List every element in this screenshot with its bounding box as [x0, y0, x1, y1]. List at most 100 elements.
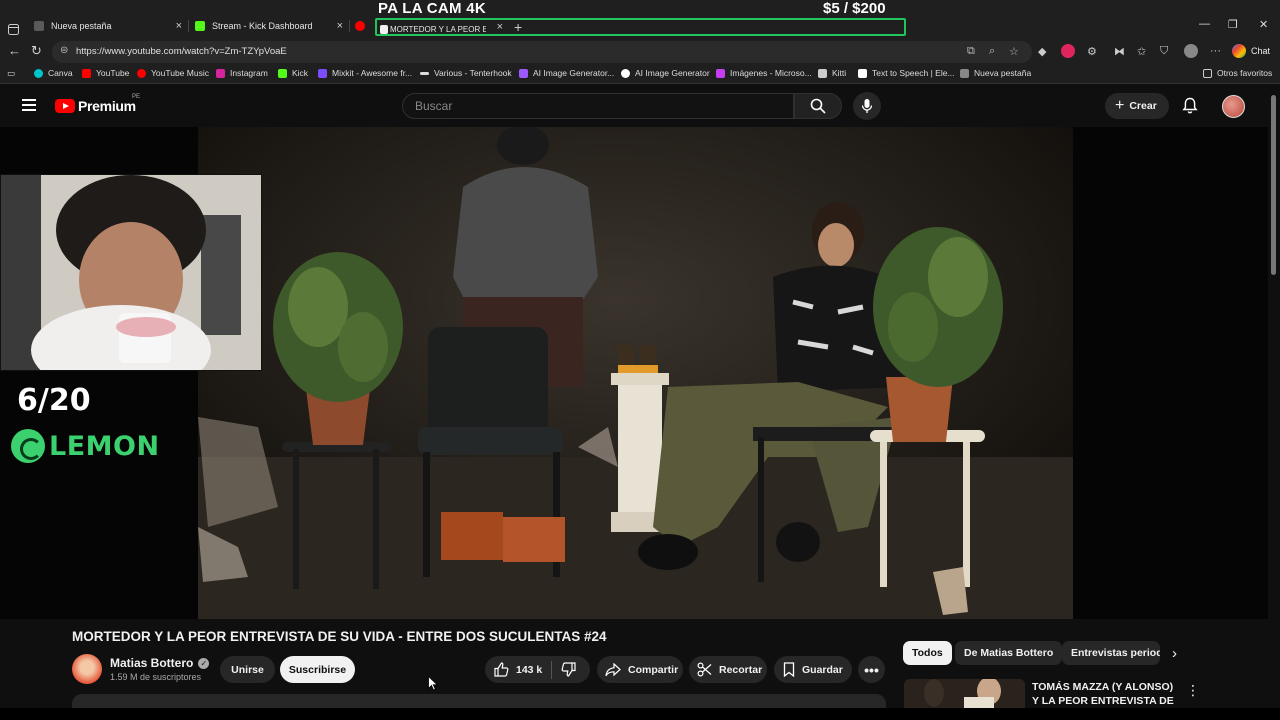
mixkit-icon: [318, 68, 327, 78]
url-text[interactable]: https://www.youtube.com/watch?v=Zm-TZYpV…: [76, 46, 287, 57]
dash-icon: [420, 71, 429, 75]
bookmarks-bar: ▭ Canva YouTube YouTube Music Instagram …: [0, 64, 1280, 84]
copilot-chat-button[interactable]: Chat: [1232, 44, 1270, 58]
bookmark-label: Kitti: [832, 68, 847, 78]
search-button[interactable]: [794, 93, 842, 119]
bookmark-item[interactable]: YouTube Music: [137, 68, 209, 78]
thumbs-up-icon: [494, 662, 509, 677]
bookmark-item[interactable]: Text to Speech | Ele...: [858, 68, 955, 78]
bookmark-label: AI Image Generator...: [533, 68, 615, 78]
bookmark-item[interactable]: AI Image Generator: [621, 68, 710, 78]
extension-gear-icon[interactable]: ⚙: [1087, 45, 1097, 58]
channel-name-link[interactable]: Matias Bottero ✓: [110, 656, 210, 670]
close-tab-icon[interactable]: ×: [497, 21, 503, 33]
dislike-button[interactable]: [561, 662, 576, 677]
bookmark-item[interactable]: Imágenes - Microso...: [716, 68, 812, 78]
description-box[interactable]: [72, 694, 886, 708]
extension-diamond-icon[interactable]: ◆: [1038, 45, 1046, 58]
bookmark-item[interactable]: Various - Tenterhook: [420, 68, 512, 78]
bookmark-item[interactable]: Kick: [278, 68, 308, 78]
close-tab-icon[interactable]: ×: [337, 20, 343, 32]
close-tab-icon[interactable]: ×: [176, 20, 182, 32]
site-info-icon[interactable]: ⊜: [60, 45, 68, 56]
new-tab-button[interactable]: +: [514, 17, 522, 37]
channel-avatar[interactable]: [72, 654, 102, 684]
kick-favicon-icon: [195, 21, 205, 31]
overlay-counter: 6/20: [17, 383, 91, 418]
search-input[interactable]: [415, 99, 775, 113]
youtube-premium-logo[interactable]: Premium PE: [55, 94, 140, 114]
create-button[interactable]: + Crear: [1105, 93, 1169, 119]
browser-essentials-icon[interactable]: ⛉: [1160, 45, 1168, 58]
tab-youtube-pinned[interactable]: [355, 16, 375, 36]
omnibox[interactable]: ⊜ https://www.youtube.com/watch?v=Zm-TZY…: [52, 41, 1032, 63]
bookmarks-menu-icon[interactable]: ▭: [7, 68, 15, 79]
like-count[interactable]: 143 k: [516, 664, 542, 676]
chevron-right-icon[interactable]: ›: [1172, 645, 1177, 662]
openai-icon: [621, 68, 630, 78]
subscribe-button[interactable]: Suscribirse: [280, 656, 355, 683]
save-button[interactable]: Guardar: [774, 656, 852, 683]
bookmark-label: Imágenes - Microso...: [730, 68, 812, 78]
chip-entrevistas[interactable]: Entrevistas periodí: [1062, 641, 1160, 665]
profile-avatar-icon[interactable]: [1184, 44, 1198, 58]
video-frame[interactable]: [198, 127, 1073, 619]
more-menu-icon[interactable]: ···: [1210, 45, 1221, 57]
bookmark-label: Nueva pestaña: [974, 68, 1032, 78]
search-box: [402, 93, 794, 119]
kitti-icon: [818, 68, 827, 78]
bookmark-item[interactable]: Instagram: [216, 68, 268, 78]
tab-nueva-pestana[interactable]: Nueva pestaña ×: [34, 16, 186, 36]
chip-channel[interactable]: De Matias Bottero: [955, 641, 1063, 665]
tab-active-youtube-video[interactable]: MORTEDOR Y LA PEOR ENTR ×: [380, 19, 505, 39]
canva-icon: [34, 68, 43, 78]
bookmark-item[interactable]: Kitti: [818, 68, 846, 78]
restore-window-icon[interactable]: ❐: [1228, 18, 1238, 31]
bookmark-icon: [783, 662, 795, 677]
favorites-icon[interactable]: ✩: [1137, 45, 1146, 58]
join-button[interactable]: Unirse: [220, 656, 275, 683]
stream-overlay-goal: $5 / $200: [823, 0, 886, 17]
other-bookmarks-folder[interactable]: Otros favoritos: [1203, 68, 1272, 78]
more-vertical-icon[interactable]: ⋮: [1186, 682, 1200, 699]
mouse-cursor-icon: [428, 675, 439, 696]
extension-puzzle-icon[interactable]: ⧓: [1114, 45, 1125, 58]
save-label: Guardar: [802, 663, 843, 676]
account-avatar[interactable]: [1222, 95, 1245, 118]
tab-actions-icon[interactable]: [8, 19, 19, 39]
back-arrow-icon[interactable]: ←: [8, 43, 21, 58]
share-arrow-icon: [605, 662, 621, 677]
minimize-window-icon[interactable]: —: [1199, 18, 1210, 30]
bookmark-item[interactable]: Mixkit - Awesome fr...: [318, 68, 412, 78]
bookmark-star-icon[interactable]: ☆: [1009, 45, 1019, 58]
bookmark-item[interactable]: Canva: [34, 68, 73, 78]
bookmark-item[interactable]: AI Image Generator...: [519, 68, 614, 78]
youtube-music-icon: [137, 68, 146, 78]
screen-bottom-edge: [0, 708, 1280, 720]
close-window-icon[interactable]: ✕: [1259, 18, 1268, 31]
install-app-icon[interactable]: ⧉: [967, 45, 975, 58]
tab-kick-dashboard[interactable]: Stream - Kick Dashboard ×: [195, 16, 347, 36]
voice-search-button[interactable]: [853, 92, 881, 120]
recommended-video-title[interactable]: TOMÁS MAZZA (Y ALONSO) Y LA PEOR ENTREVI…: [1032, 680, 1177, 708]
share-button[interactable]: Compartir: [597, 656, 683, 683]
bookmark-label: YouTube: [96, 68, 130, 78]
adblock-extension-icon[interactable]: [1061, 44, 1075, 58]
guide-menu-icon[interactable]: [22, 99, 36, 111]
chip-todos[interactable]: Todos: [903, 641, 952, 665]
bookmark-item[interactable]: YouTube: [82, 68, 129, 78]
page-scrollbar[interactable]: [1268, 85, 1280, 705]
scrollbar-thumb[interactable]: [1271, 95, 1276, 275]
page-favicon-icon: [380, 24, 388, 34]
clip-button[interactable]: Recortar: [689, 656, 767, 683]
more-actions-button[interactable]: •••: [858, 656, 885, 683]
bookmark-item[interactable]: Nueva pestaña: [960, 68, 1031, 78]
more-horizontal-icon: •••: [864, 661, 879, 678]
zoom-icon[interactable]: ⌕: [989, 45, 995, 58]
youtube-play-icon: [55, 99, 75, 113]
video-player[interactable]: 6/20 LEMON: [0, 127, 1268, 619]
like-button[interactable]: [494, 662, 509, 677]
recommended-video-thumbnail[interactable]: [904, 679, 1025, 709]
reload-icon[interactable]: ↻: [31, 43, 42, 59]
notifications-bell-icon[interactable]: [1182, 97, 1198, 119]
